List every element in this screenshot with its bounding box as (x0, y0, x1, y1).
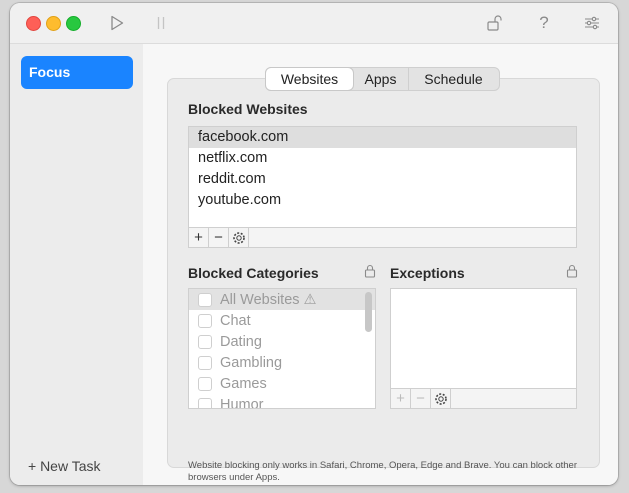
add-exception-button[interactable]: + (391, 389, 411, 408)
checkbox[interactable] (198, 355, 212, 370)
settings-panel: Blocked Websites facebook.com netflix.co… (167, 78, 600, 483)
exceptions-toolbar: + − (390, 388, 577, 409)
titlebar: ? (10, 3, 618, 44)
list-item[interactable]: netflix.com (189, 148, 576, 169)
checkbox[interactable] (198, 376, 212, 391)
checkbox[interactable] (198, 334, 212, 349)
sliders-icon[interactable] (582, 11, 602, 35)
app-window: ? Focus + New Task Websites Apps Schedul… (10, 3, 618, 485)
list-item[interactable]: Dating (189, 331, 375, 352)
lock-icon[interactable] (364, 264, 376, 283)
tab-apps[interactable]: Apps (353, 68, 409, 90)
gear-icon[interactable] (229, 228, 249, 247)
list-item[interactable]: facebook.com (189, 127, 576, 148)
new-task-button[interactable]: + New Task (28, 458, 101, 474)
lock-icon[interactable] (566, 264, 578, 283)
list-item[interactable]: Humor (189, 394, 375, 408)
tab-websites[interactable]: Websites (266, 68, 353, 90)
remove-website-button[interactable]: − (209, 228, 229, 247)
play-icon[interactable] (106, 11, 128, 35)
scrollbar[interactable] (365, 292, 372, 332)
main-content: Websites Apps Schedule Blocked Websites … (143, 44, 618, 485)
blocked-websites-list[interactable]: facebook.com netflix.com reddit.com yout… (188, 126, 577, 228)
checkbox[interactable] (198, 292, 212, 307)
list-item[interactable]: Gambling (189, 352, 375, 373)
checkbox[interactable] (198, 313, 212, 328)
close-window-button[interactable] (26, 16, 41, 31)
pause-icon[interactable] (154, 11, 168, 35)
websites-toolbar: + − (188, 227, 577, 248)
list-item[interactable]: Chat (189, 310, 375, 331)
sidebar: Focus + New Task (10, 44, 144, 485)
tab-schedule[interactable]: Schedule (409, 68, 498, 90)
footnote: Website blocking only works in Safari, C… (188, 460, 578, 483)
add-website-button[interactable]: + (189, 228, 209, 247)
gear-icon[interactable] (431, 389, 451, 408)
blocked-categories-list[interactable]: All Websites ⚠ Chat Dating Gambling Game… (188, 288, 376, 409)
list-item[interactable]: All Websites ⚠ (189, 289, 375, 310)
tab-bar: Websites Apps Schedule (265, 67, 500, 91)
help-icon[interactable]: ? (534, 11, 554, 35)
exceptions-list[interactable] (390, 288, 577, 389)
list-item[interactable]: reddit.com (189, 169, 576, 190)
checkbox[interactable] (198, 397, 212, 408)
exceptions-title: Exceptions (390, 265, 465, 281)
zoom-window-button[interactable] (66, 16, 81, 31)
remove-exception-button[interactable]: − (411, 389, 431, 408)
lock-open-icon[interactable] (484, 11, 506, 35)
sidebar-item-focus[interactable]: Focus (21, 56, 133, 89)
list-item[interactable]: youtube.com (189, 190, 576, 211)
blocked-categories-title: Blocked Categories (188, 265, 319, 281)
minimize-window-button[interactable] (46, 16, 61, 31)
blocked-websites-title: Blocked Websites (188, 101, 308, 117)
list-item[interactable]: Games (189, 373, 375, 394)
